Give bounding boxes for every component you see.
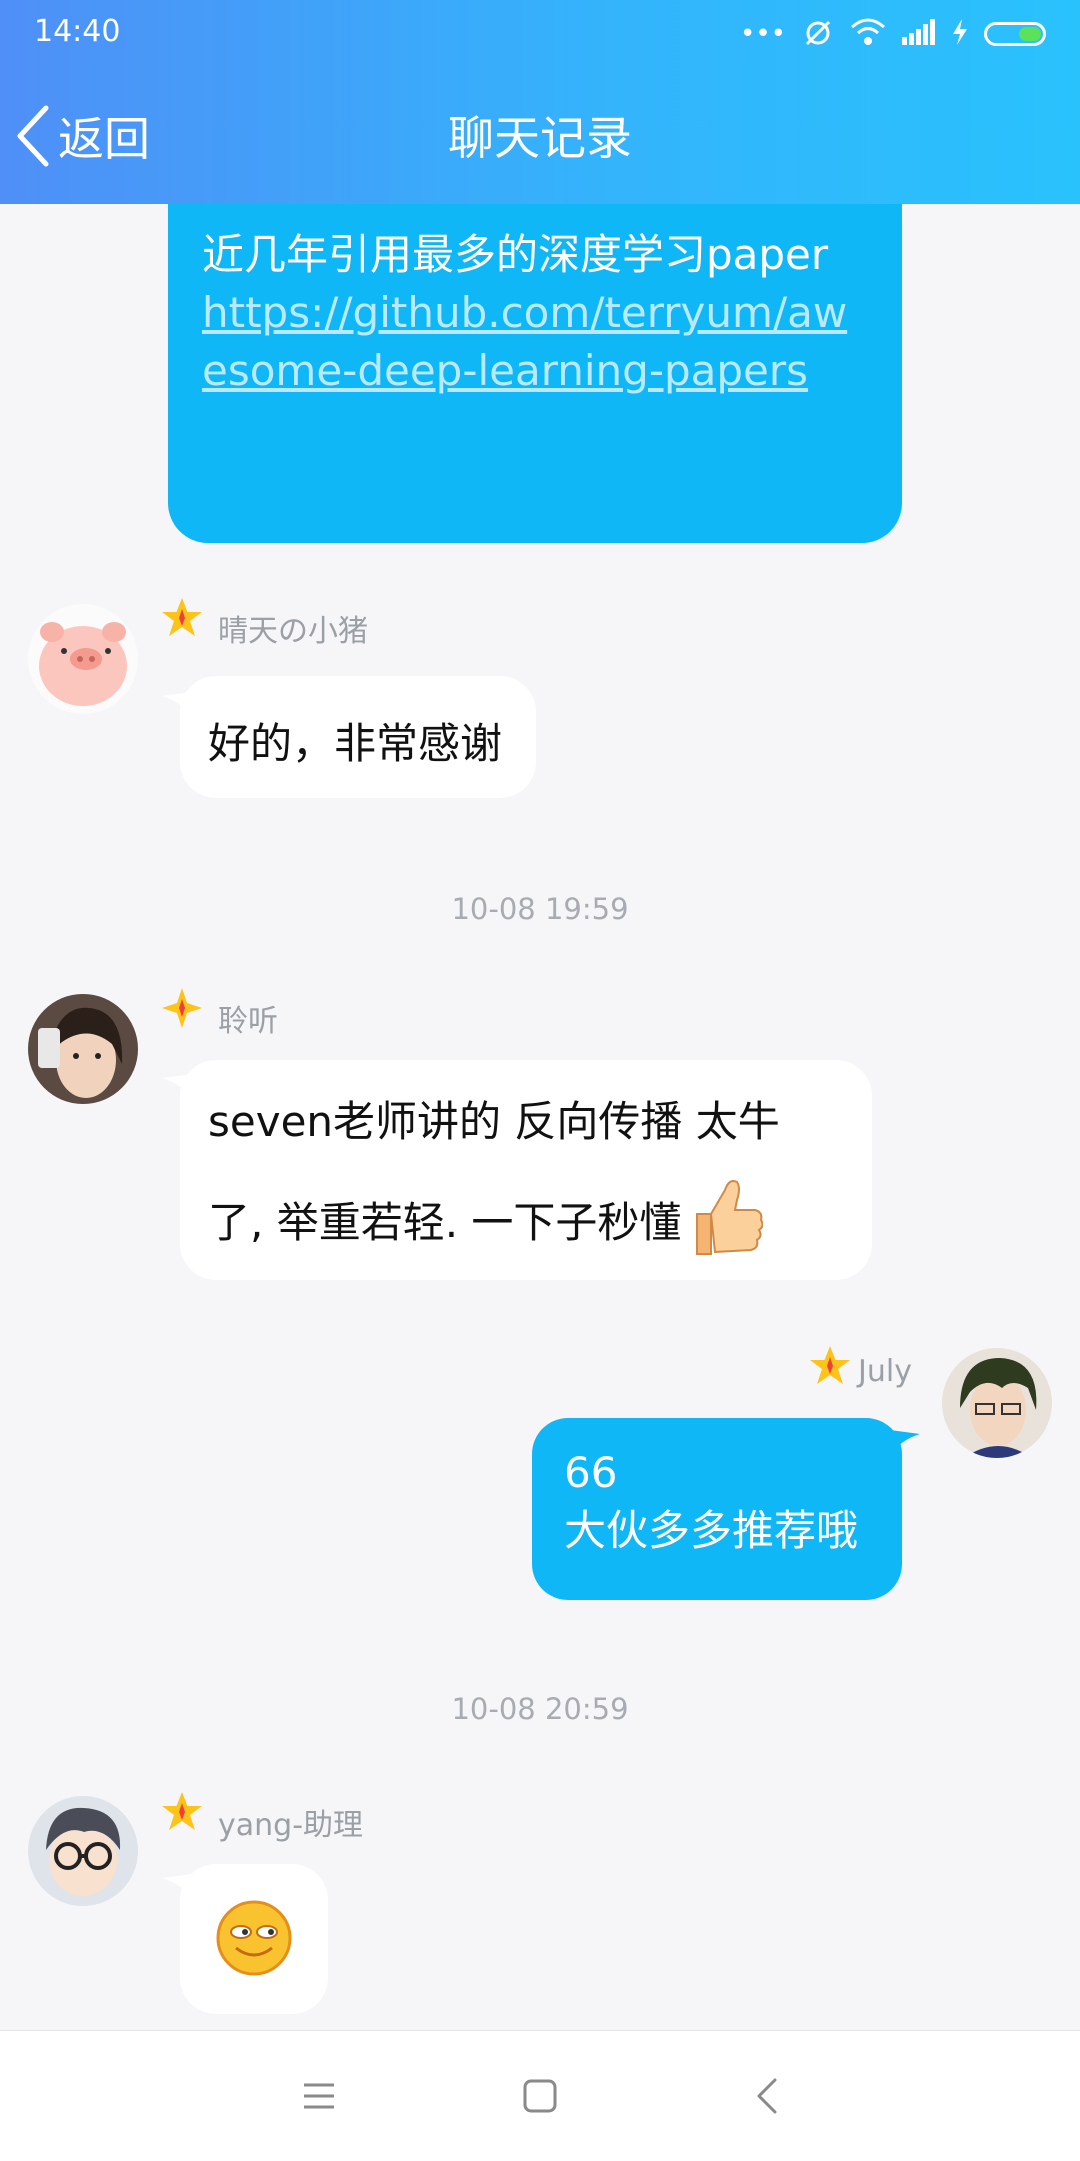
top-header: 14:40 ••• 返回 聊天记录 (0, 0, 1080, 204)
message-text-line: seven老师讲的 反向传播 太牛 (208, 1097, 780, 1146)
back-triangle-icon (757, 2078, 777, 2114)
charging-icon (952, 19, 968, 49)
sender-name: 聆听 (218, 1004, 278, 1039)
status-time: 14:40 (34, 14, 121, 49)
star-badge-icon (162, 988, 202, 1028)
page-title: 聊天记录 (448, 111, 632, 165)
star-badge-icon (810, 1346, 850, 1384)
avatar-pig[interactable] (28, 604, 138, 714)
star-badge-icon (162, 598, 202, 636)
message-text: 近几年引用最多的深度学习paper (202, 230, 829, 279)
message-link[interactable]: https://github.com/terryum/awesome-deep-… (202, 284, 870, 400)
menu-icon (304, 2083, 334, 2109)
message-bubble[interactable]: seven老师讲的 反向传播 太牛 了, 举重若轻. 一下子秒懂 (180, 1060, 872, 1280)
sender-name: yang-助理 (218, 1808, 364, 1843)
avatar-july[interactable] (942, 1348, 1052, 1458)
status-icons: ••• (740, 14, 1046, 54)
message-bubble-top[interactable]: 近几年引用最多的深度学习paper https://github.com/ter… (168, 204, 902, 543)
sender-name: 晴天の小猪 (218, 614, 368, 649)
thumbs-up-emoji (696, 1180, 764, 1255)
wifi-icon (850, 17, 886, 51)
home-square-icon (523, 2079, 557, 2113)
message-text-line: 大伙多多推荐哦 (564, 1506, 859, 1555)
home-button[interactable] (505, 2061, 575, 2131)
message-bubble[interactable]: 好的，非常感谢 (180, 676, 536, 798)
timestamp: 10-08 20:59 (451, 1692, 629, 1726)
message-text: 好的，非常感谢 (208, 719, 503, 768)
chat-history[interactable]: 近几年引用最多的深度学习paper https://github.com/ter… (0, 204, 1080, 2030)
more-dots-icon: ••• (739, 19, 786, 49)
signal-icon (902, 19, 936, 49)
message-text-line: 了, 举重若轻. 一下子秒懂 (208, 1198, 682, 1247)
timestamp: 10-08 19:59 (451, 892, 629, 926)
mute-alarm-icon (802, 16, 834, 52)
system-back-button[interactable] (732, 2061, 802, 2131)
message-text-line: 66 (564, 1448, 618, 1497)
message-bubble[interactable] (180, 1864, 328, 2014)
smirk-emoji (216, 1900, 292, 1976)
star-badge-icon (162, 1792, 202, 1830)
sender-name: July (858, 1354, 912, 1389)
system-nav-bar (0, 2030, 1080, 2161)
message-bubble[interactable]: 66 大伙多多推荐哦 (532, 1418, 902, 1600)
menu-button[interactable] (284, 2061, 354, 2131)
avatar-lingting[interactable] (28, 994, 138, 1104)
avatar-yang[interactable] (28, 1796, 138, 1906)
battery-icon (984, 22, 1046, 46)
